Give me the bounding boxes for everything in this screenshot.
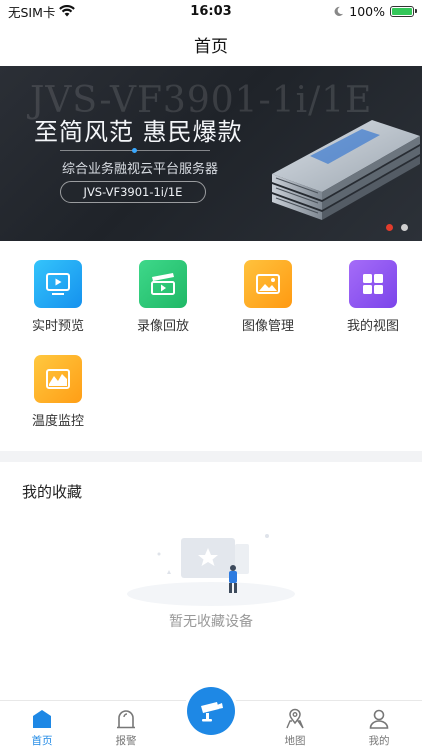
playback-icon [139, 260, 187, 308]
tab-profile-label: 我的 [368, 735, 390, 747]
func-temperature[interactable]: 温度监控 [13, 355, 103, 429]
profile-icon [369, 709, 389, 729]
moon-icon [334, 6, 344, 16]
temperature-icon [34, 355, 82, 403]
battery-level [392, 7, 412, 15]
map-icon [286, 708, 304, 729]
camera-button[interactable] [187, 687, 235, 735]
func-image-manage[interactable]: 图像管理 [223, 260, 313, 334]
empty-favorites-text: 暂无收藏设备 [169, 614, 253, 630]
battery-percent: 100% [349, 3, 385, 19]
empty-favorites-illustration [127, 534, 295, 606]
tab-map-label: 地图 [284, 735, 306, 747]
tab-home[interactable]: 首页 [0, 701, 84, 750]
func-playback[interactable]: 录像回放 [118, 260, 208, 334]
image-manage-icon [244, 260, 292, 308]
tab-bar: 首页 报警 地图 我的 [0, 687, 422, 750]
nav-bar: 首页 [0, 22, 422, 66]
banner-divider-dot [132, 148, 137, 153]
func-live-preview[interactable]: 实时预览 [13, 260, 103, 334]
function-grid: 实时预览 录像回放 图像管理 我的视图 温度监控 [0, 241, 422, 451]
wifi-icon [59, 5, 76, 17]
status-right: 100% [333, 3, 417, 19]
func-image-manage-label: 图像管理 [241, 319, 294, 334]
camera-icon [201, 702, 223, 722]
banner-headline: 至简风范 惠民爆款 [34, 118, 243, 146]
status-left: 无SIM卡 [8, 2, 76, 21]
banner-carousel[interactable]: JVS-VF3901-1i/1E 至简风范 惠民爆款 综合业务融视云平台服务器 … [0, 66, 422, 241]
func-playback-label: 录像回放 [136, 319, 189, 334]
banner-dot-2[interactable] [401, 224, 408, 231]
func-my-view[interactable]: 我的视图 [328, 260, 418, 334]
banner-model-badge: JVS-VF3901-1i/1E [60, 181, 206, 203]
battery-icon [390, 5, 417, 17]
my-view-icon [349, 260, 397, 308]
tab-map[interactable]: 地图 [253, 701, 337, 750]
home-icon [33, 710, 51, 728]
status-bar: 无SIM卡 16:03 100% [0, 0, 422, 22]
banner-dot-1[interactable] [386, 224, 393, 231]
page-title: 首页 [194, 36, 228, 57]
server-image [272, 120, 420, 220]
tab-alarm-label: 报警 [115, 735, 137, 747]
section-divider [0, 451, 422, 462]
banner-pagination[interactable] [386, 224, 408, 231]
func-my-view-label: 我的视图 [346, 319, 399, 334]
tab-alarm[interactable]: 报警 [84, 701, 168, 750]
banner-subtitle: 综合业务融视云平台服务器 [62, 162, 219, 177]
live-preview-icon [34, 260, 82, 308]
tab-home-label: 首页 [31, 735, 53, 747]
func-temperature-label: 温度监控 [31, 414, 84, 429]
carrier-label: 无SIM卡 [8, 4, 56, 20]
favorites-title: 我的收藏 [22, 483, 83, 501]
alarm-icon [117, 710, 135, 729]
tab-profile[interactable]: 我的 [337, 701, 421, 750]
func-live-preview-label: 实时预览 [31, 319, 84, 334]
